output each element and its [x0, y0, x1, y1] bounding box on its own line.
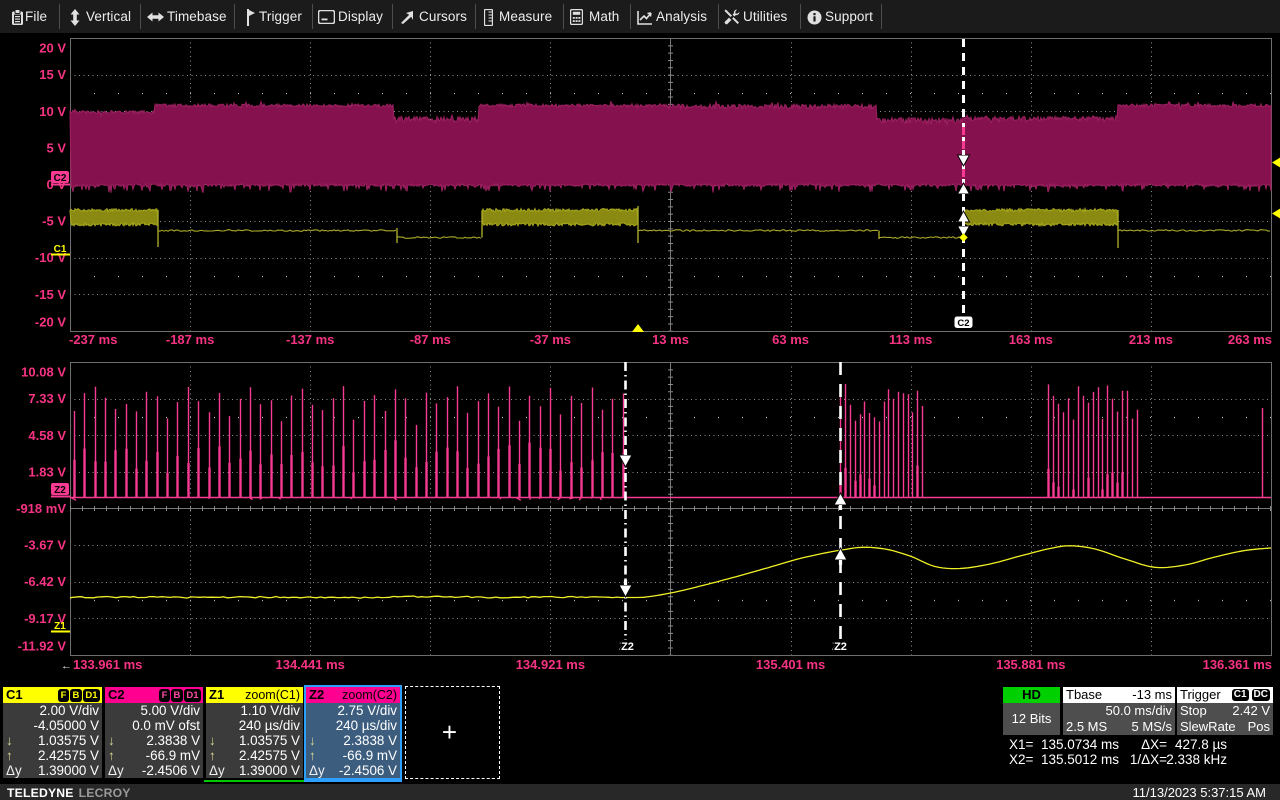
svg-text:213 ms: 213 ms [1129, 332, 1173, 347]
svg-text:-20 V: -20 V [35, 315, 66, 330]
svg-text:4.58 V: 4.58 V [28, 428, 66, 443]
svg-text:-15 V: -15 V [35, 287, 66, 302]
svg-text:134.921 ms: 134.921 ms [516, 657, 585, 672]
svg-text:163 ms: 163 ms [1009, 332, 1053, 347]
svg-text:7.33 V: 7.33 V [28, 391, 66, 406]
svg-text:-3.67 V: -3.67 V [24, 538, 66, 553]
svg-text:5 V: 5 V [46, 140, 66, 155]
svg-text:135.401 ms: 135.401 ms [756, 657, 825, 672]
svg-text:135.881 ms: 135.881 ms [996, 657, 1065, 672]
svg-text:20 V: 20 V [39, 41, 66, 56]
svg-text:1.83 V: 1.83 V [28, 464, 66, 479]
svg-text:Z2: Z2 [621, 641, 634, 653]
svg-text:-37 ms: -37 ms [530, 332, 571, 347]
svg-text:63 ms: 63 ms [772, 332, 809, 347]
svg-text:263 ms: 263 ms [1228, 332, 1272, 347]
svg-text:113 ms: 113 ms [889, 332, 932, 347]
svg-text:-6.42 V: -6.42 V [24, 574, 66, 589]
svg-text:15 V: 15 V [39, 67, 66, 82]
svg-text:Z2: Z2 [54, 485, 66, 496]
svg-text:10 V: 10 V [39, 104, 66, 119]
svg-text:133.961 ms: 133.961 ms [73, 657, 142, 672]
svg-text:136.361 ms: 136.361 ms [1203, 657, 1272, 672]
svg-text:Z1: Z1 [54, 621, 66, 632]
svg-text:-237 ms: -237 ms [69, 332, 117, 347]
svg-text:-187 ms: -187 ms [166, 332, 214, 347]
svg-text:134.441 ms: 134.441 ms [275, 657, 344, 672]
svg-text:C2: C2 [54, 173, 67, 184]
svg-text:-11.92 V: -11.92 V [18, 639, 67, 654]
svg-text:C2: C2 [957, 318, 969, 329]
svg-text:-918 mV: -918 mV [16, 501, 66, 516]
svg-text:13 ms: 13 ms [652, 332, 689, 347]
svg-text:10.08 V: 10.08 V [21, 365, 66, 380]
svg-text:←: ← [61, 660, 72, 672]
svg-text:-5 V: -5 V [42, 214, 66, 229]
svg-text:C1: C1 [54, 244, 67, 255]
svg-text:-87 ms: -87 ms [410, 332, 451, 347]
svg-text:-137 ms: -137 ms [286, 332, 334, 347]
svg-text:Z2: Z2 [834, 641, 847, 653]
